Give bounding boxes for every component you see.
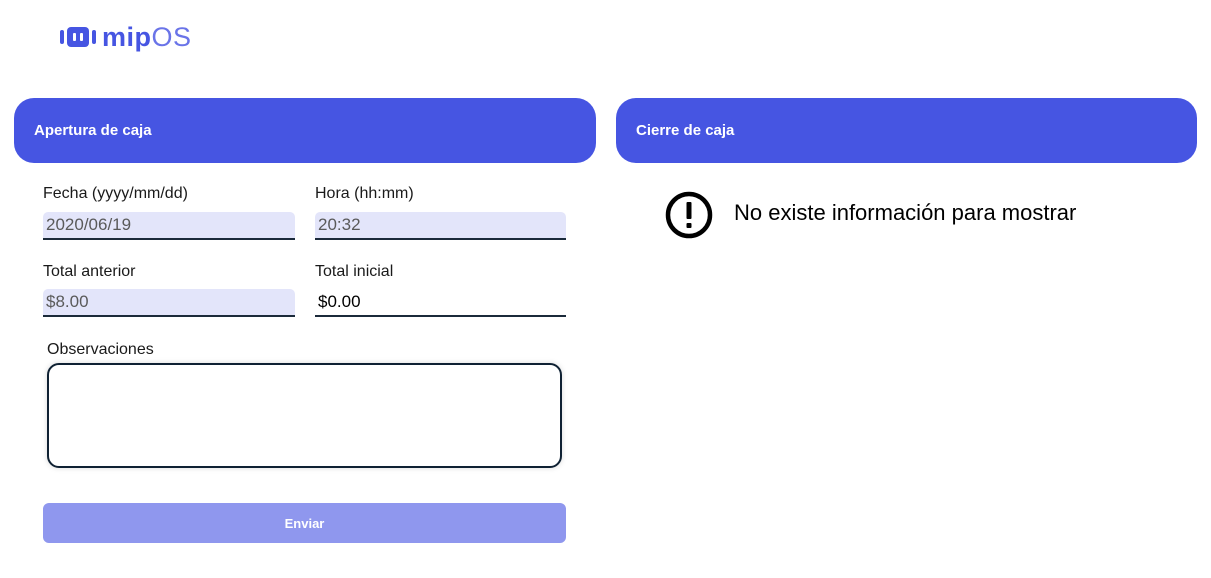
closing-panel-header: Cierre de caja (616, 98, 1197, 163)
fecha-field: 2020/06/19 (43, 212, 295, 240)
enviar-button-label: Enviar (284, 515, 325, 531)
opening-panel-header: Apertura de caja (14, 98, 596, 163)
enviar-button[interactable]: Enviar (43, 503, 566, 543)
fecha-label: Fecha (yyyy/mm/dd) (43, 185, 188, 202)
hora-field: 20:32 (315, 212, 566, 240)
logo-wordmark: mipOS (102, 22, 192, 52)
hora-label: Hora (hh:mm) (315, 185, 414, 202)
app-logo: mipOS (60, 22, 192, 52)
total-anterior-field: $8.00 (43, 289, 295, 317)
observaciones-textarea[interactable] (47, 363, 562, 468)
logo-text-light: OS (151, 22, 192, 52)
total-anterior-label: Total anterior (43, 263, 136, 280)
observaciones-label: Observaciones (47, 341, 154, 358)
total-inicial-label: Total inicial (315, 263, 394, 280)
total-inicial-input[interactable]: $0.00 (315, 289, 566, 317)
empty-state-message: No existe información para mostrar (734, 200, 1077, 225)
opening-panel-title: Apertura de caja (34, 122, 152, 139)
alert-circle-icon (665, 191, 713, 239)
closing-panel-title: Cierre de caja (636, 122, 735, 139)
logo-text-bold: mip (102, 22, 152, 52)
mipos-logo-icon (60, 27, 96, 47)
